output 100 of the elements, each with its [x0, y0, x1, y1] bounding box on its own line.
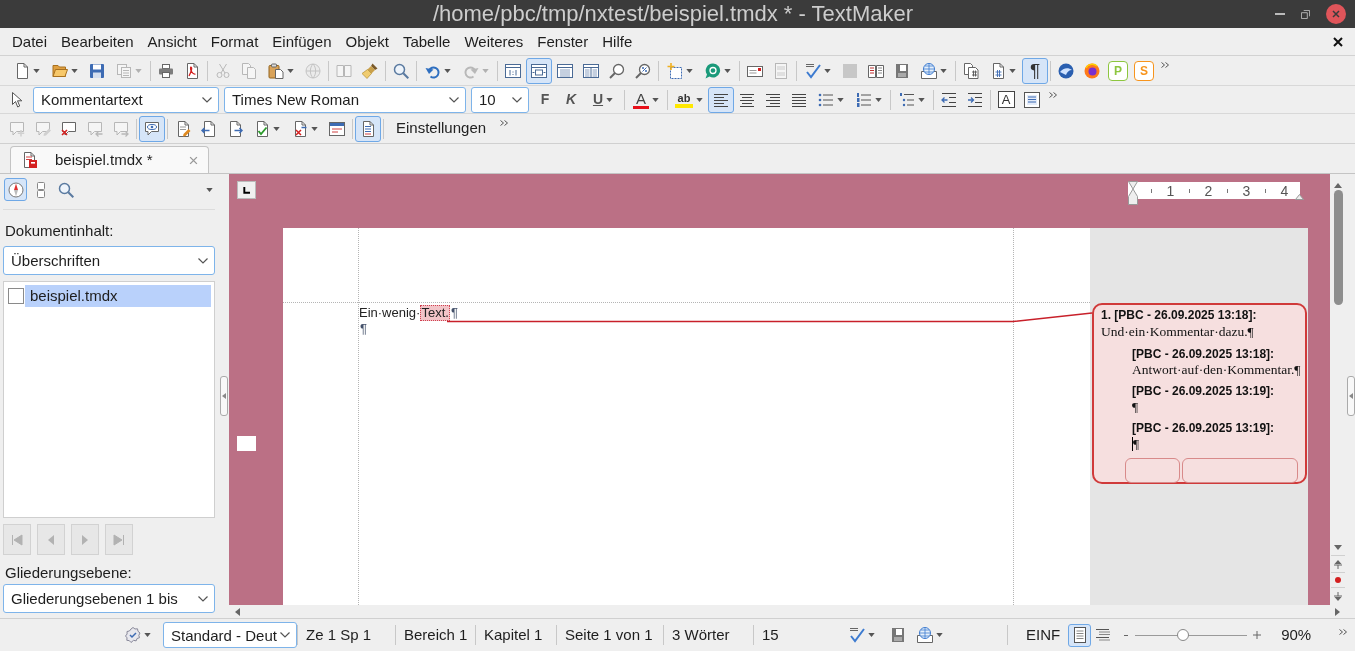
close-button[interactable] [1326, 4, 1346, 24]
paragraph-style-select[interactable]: Kommentartext [33, 86, 219, 113]
document-arrow-right-icon [227, 120, 243, 137]
comment-anchor: Text. [420, 305, 450, 321]
language-select[interactable]: Standard - Deut [163, 622, 297, 648]
triangle-left-icon [1348, 393, 1353, 399]
more-button[interactable] [500, 120, 509, 126]
font-color-button[interactable]: A [627, 86, 665, 113]
menu-item[interactable]: Datei [5, 31, 55, 52]
comment-text: Und·ein·Kommentar·dazu.¶ [1101, 324, 1254, 339]
spellcheck-icon [805, 62, 821, 79]
font-size-select[interactable]: 10 [471, 86, 529, 113]
caret-icon [206, 187, 213, 192]
more-button[interactable] [1339, 629, 1347, 635]
checkbox[interactable] [8, 288, 24, 304]
arrow-up-icon [1334, 183, 1342, 188]
frame-insert-icon [667, 62, 683, 79]
caret-icon [144, 633, 151, 637]
previous-page-button[interactable] [1334, 560, 1342, 569]
highlight-button[interactable]: ab [670, 86, 708, 113]
scroll-down-button[interactable] [1334, 545, 1342, 550]
scrollbar-thumb[interactable] [1333, 190, 1343, 305]
menu-item[interactable]: Fenster [530, 31, 596, 52]
bold-button[interactable]: F [532, 86, 558, 113]
settings-button[interactable]: Einstellungen [386, 115, 497, 142]
font-select[interactable]: Times New Roman [224, 86, 466, 113]
menu-item[interactable]: Ansicht [140, 31, 204, 52]
indent-marker-icon[interactable] [1128, 181, 1138, 205]
document-icon [14, 62, 30, 79]
menu-item[interactable]: Bearbeiten [54, 31, 141, 52]
level-select[interactable]: Gliederungsebenen 1 bis [3, 584, 215, 613]
navigator-button[interactable] [4, 178, 27, 201]
tab-stop-icon [243, 186, 250, 194]
menu-item[interactable]: Objekt [338, 31, 396, 52]
caret-icon [135, 68, 142, 73]
splitter-handle[interactable] [219, 376, 228, 416]
document-pencil-icon [175, 120, 191, 137]
caret-icon [696, 97, 703, 102]
scroll-right-button[interactable] [1335, 607, 1340, 616]
layout-view-button[interactable] [526, 57, 552, 84]
badge-check-icon [125, 627, 141, 643]
document-arrow-left-icon [201, 120, 217, 137]
menu-item[interactable]: Einfügen [265, 31, 339, 52]
margin-marker-icon[interactable] [1295, 194, 1304, 200]
browse-object-button[interactable] [1335, 577, 1341, 583]
bullet-list-icon [818, 91, 834, 108]
close-document-button[interactable] [1333, 36, 1343, 47]
formatting-marks-button[interactable]: ¶ [1022, 57, 1048, 84]
tab-close-button[interactable] [189, 155, 198, 165]
numbered-list-icon [856, 91, 872, 108]
menu-item[interactable]: Weiteres [457, 31, 531, 52]
tab-stop-button[interactable] [237, 181, 256, 199]
globe-icon [305, 62, 321, 79]
text-frame-button[interactable]: A [993, 86, 1019, 113]
columns-view-icon [583, 62, 599, 79]
square-icon [842, 62, 858, 79]
track-changes-button[interactable] [355, 115, 381, 142]
printer-icon [158, 62, 174, 79]
pdf-document-icon [184, 62, 200, 79]
underline-button[interactable]: U [584, 86, 622, 113]
content-select[interactable]: Überschriften [3, 246, 215, 275]
page-view-button[interactable] [1068, 623, 1092, 647]
tree-item[interactable]: beispiel.tmdx [25, 285, 211, 307]
comment-header: 1. [PBC - 26.09.2025 13:18]: [1101, 307, 1258, 323]
more-button[interactable] [1161, 62, 1169, 68]
page-marker [237, 436, 256, 451]
align-left-button[interactable] [708, 86, 734, 113]
document-tab[interactable]: beispiel.tmdx * [10, 146, 209, 173]
scroll-left-button[interactable] [235, 607, 240, 616]
menu-item[interactable]: Format [203, 31, 266, 52]
chevron-down-icon [449, 96, 459, 103]
caret-icon [273, 126, 280, 131]
chat-bubble-icon [705, 62, 721, 79]
panel-menu-button[interactable] [206, 187, 213, 192]
slider-thumb[interactable] [1177, 629, 1190, 641]
scroll-up-button[interactable] [1334, 183, 1342, 188]
more-button[interactable] [1049, 92, 1057, 98]
chevron-down-icon [198, 595, 208, 602]
paragraph-mark: ¶ [450, 305, 458, 321]
comment-next-icon [113, 120, 129, 137]
arrow-left-icon [235, 607, 240, 616]
menu-item[interactable]: Tabelle [395, 31, 458, 52]
document-comment-icon [360, 120, 376, 137]
italic-button[interactable]: K [558, 86, 584, 113]
zoom-icon [635, 62, 651, 79]
caret-icon [837, 97, 844, 102]
justify-icon [791, 91, 807, 108]
outline-view-icon [1094, 627, 1111, 643]
ruler-number: 3 [1241, 183, 1252, 198]
next-page-button[interactable] [1334, 592, 1342, 601]
splitter-handle[interactable] [1346, 376, 1355, 416]
restore-button[interactable] [1301, 9, 1310, 19]
comment-eye-icon [144, 120, 160, 137]
zoom-in-button[interactable] [1253, 631, 1262, 639]
show-comments-button[interactable] [139, 115, 165, 142]
align-center-icon [739, 91, 755, 108]
caret-icon [940, 68, 947, 73]
zoom-slider[interactable] [1135, 628, 1248, 642]
caret-icon [652, 97, 659, 102]
menu-item[interactable]: Hilfe [595, 31, 640, 52]
